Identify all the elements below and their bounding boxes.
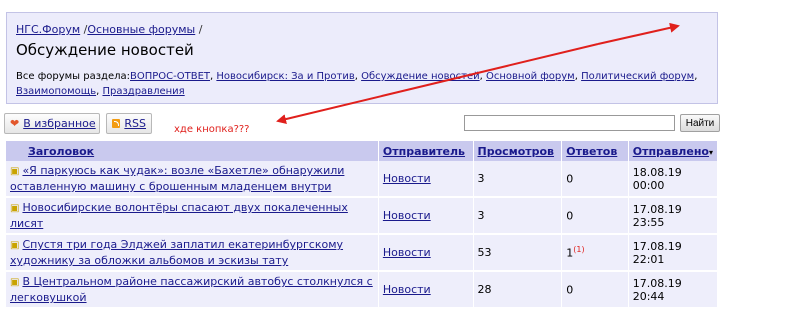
- column-views[interactable]: Просмотров: [473, 141, 563, 161]
- column-title[interactable]: Заголовок: [6, 141, 379, 161]
- replies-count: 0: [566, 209, 574, 223]
- column-views-link[interactable]: Просмотров: [478, 145, 554, 158]
- replies-cell: 0: [561, 161, 629, 198]
- breadcrumb-separator: /: [198, 23, 203, 36]
- forum-header: НГС.Форум /Основные форумы / Обсуждение …: [6, 12, 718, 104]
- topic-link[interactable]: Спустя три года Элджей заплатил екатерин…: [10, 238, 343, 267]
- table-row: ▣ Новосибирские волонтёры спасают двух по…: [6, 197, 719, 235]
- topic-title-cell: ▣ Новосибирские волонтёры спасают двух по…: [6, 197, 379, 235]
- date-cell: 17.08.19 22:01: [628, 234, 719, 272]
- column-replies[interactable]: Ответов: [561, 141, 629, 161]
- sender-cell: Новости: [378, 197, 474, 235]
- column-date[interactable]: Отправлено▾: [628, 141, 719, 161]
- table-row: ▣ Спустя три года Элджей заплатил екатери…: [6, 234, 719, 272]
- views-cell: 53: [473, 234, 563, 272]
- favorites-label: В избранное: [23, 117, 96, 130]
- sender-cell: Новости: [378, 271, 474, 309]
- replies-cell: 0: [561, 271, 629, 309]
- date-cell: 17.08.19 23:55: [628, 197, 719, 235]
- page-title: Обсуждение новостей: [16, 41, 194, 59]
- column-sender-link[interactable]: Отправитель: [383, 145, 465, 158]
- new-replies-badge[interactable]: (1): [573, 245, 584, 254]
- forum-link-main[interactable]: Основной форум: [486, 71, 575, 82]
- search-button[interactable]: Найти: [680, 114, 720, 132]
- book-icon: ▣: [10, 277, 20, 288]
- topic-link[interactable]: «Я паркуюсь как чудак»: возле «Бахетле» …: [10, 164, 344, 193]
- breadcrumb: НГС.Форум /Основные форумы /: [16, 23, 202, 36]
- add-to-favorites-button[interactable]: ❤ В избранное: [4, 113, 100, 134]
- sender-link[interactable]: Новости: [383, 283, 431, 296]
- annotation-text: хде кнопка???: [174, 124, 250, 135]
- column-date-link[interactable]: Отправлено: [633, 145, 709, 158]
- topic-title-cell: ▣ «Я паркуюсь как чудак»: возле «Бахетле»…: [6, 161, 379, 198]
- topic-title-cell: ▣ Спустя три года Элджей заплатил екатери…: [6, 234, 379, 272]
- forum-link-greetings[interactable]: Праздравления: [102, 86, 184, 97]
- book-icon: ▣: [10, 203, 20, 214]
- forum-links-label: Все форумы раздела:: [16, 71, 130, 82]
- sender-link[interactable]: Новости: [383, 246, 431, 259]
- topics-table: Заголовок Отправитель Просмотров Ответов…: [6, 141, 719, 309]
- views-cell: 3: [473, 197, 563, 235]
- sender-link[interactable]: Новости: [383, 209, 431, 222]
- forum-link-question-answer[interactable]: ВОПРОС-ОТВЕТ: [130, 71, 210, 82]
- breadcrumb-main-forums[interactable]: Основные форумы: [87, 23, 195, 36]
- forum-link-mutual-help[interactable]: Взаимопомощь: [16, 86, 96, 97]
- views-cell: 28: [473, 271, 563, 309]
- date-cell: 18.08.19 00:00: [628, 161, 719, 198]
- topic-link[interactable]: Новосибирские волонтёры спасают двух пок…: [10, 201, 348, 230]
- topic-title-cell: ▣ В Центральном районе пассажирский автоб…: [6, 271, 379, 309]
- sender-cell: Новости: [378, 234, 474, 272]
- replies-count: 0: [566, 172, 574, 186]
- views-cell: 3: [473, 161, 563, 198]
- breadcrumb-ngs-forum[interactable]: НГС.Форум: [16, 23, 80, 36]
- book-icon: ▣: [10, 166, 20, 177]
- forum-link-political[interactable]: Политический форум: [581, 71, 694, 82]
- sender-cell: Новости: [378, 161, 474, 198]
- rss-button[interactable]: RSS: [106, 113, 152, 134]
- date-cell: 17.08.19 20:44: [628, 271, 719, 309]
- column-replies-link[interactable]: Ответов: [566, 145, 617, 158]
- rss-label: RSS: [124, 117, 146, 130]
- replies-count: 0: [566, 283, 574, 297]
- replies-cell: 1(1): [561, 234, 629, 272]
- sender-link[interactable]: Новости: [383, 172, 431, 185]
- rss-icon: [112, 119, 121, 128]
- table-header-row: Заголовок Отправитель Просмотров Ответов…: [6, 141, 719, 161]
- sort-desc-icon: ▾: [708, 147, 713, 157]
- replies-cell: 0: [561, 197, 629, 235]
- column-title-link[interactable]: Заголовок: [28, 145, 94, 158]
- column-sender[interactable]: Отправитель: [378, 141, 474, 161]
- forum-link-news-discussion[interactable]: Обсуждение новостей: [361, 71, 480, 82]
- table-row: ▣ В Центральном районе пассажирский автоб…: [6, 271, 719, 309]
- forum-links: Все форумы раздела:ВОПРОС-ОТВЕТ, Новосиб…: [16, 71, 698, 97]
- forum-link-novosibirsk[interactable]: Новосибирск: За и Против: [216, 71, 354, 82]
- heart-icon: ❤: [10, 117, 20, 130]
- search-input[interactable]: [464, 115, 675, 131]
- table-row: ▣ «Я паркуюсь как чудак»: возле «Бахетле»…: [6, 161, 719, 198]
- book-icon: ▣: [10, 240, 20, 251]
